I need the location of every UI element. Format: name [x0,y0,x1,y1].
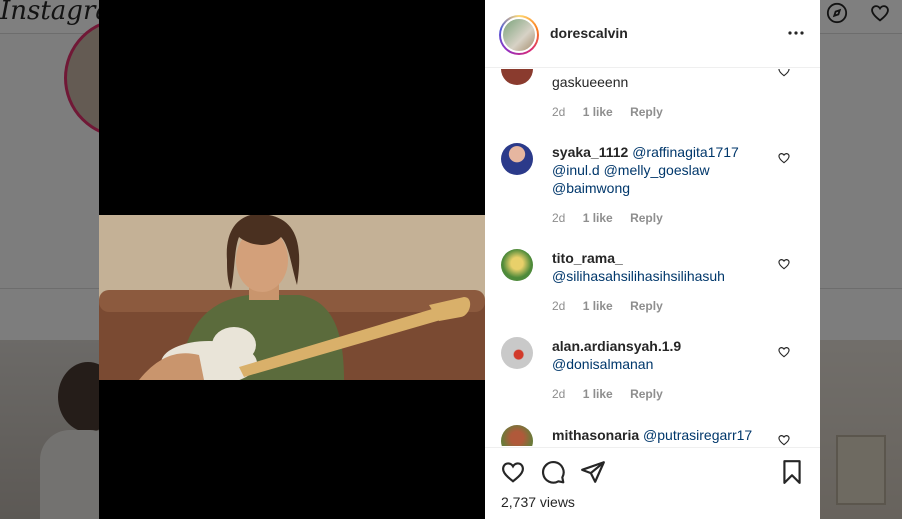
author-username[interactable]: dorescalvin [550,25,628,41]
share-icon[interactable] [580,459,606,485]
comment-time: 2d [552,211,566,225]
comment-time: 2d [552,299,566,313]
mention-link[interactable]: @raffinagita1717 [632,144,739,160]
comment-text: tito_rama_ @silihasahsilihasihsilihasuh [552,249,774,285]
commenter-avatar[interactable] [501,249,533,281]
view-count[interactable]: 2,737 views [501,494,575,510]
comment-username[interactable]: mithasonaria [552,427,639,443]
commenter-avatar[interactable] [501,425,533,446]
commenter-avatar[interactable] [501,337,533,369]
video-player[interactable] [99,0,485,519]
mention-link[interactable]: @inul.d [552,162,600,178]
bookmark-icon[interactable] [779,459,805,485]
more-options-icon[interactable] [787,24,805,42]
comment-text: alan.ardiansyah.1.9 @donisalmanan [552,337,774,373]
mention-link[interactable]: @melly_goeslaw [604,162,710,178]
post-header: dorescalvin [485,0,820,68]
video-frame[interactable] [99,215,485,380]
comments-panel: dorescalvin gaskueeenn 2d 1 like Reply s… [485,0,820,519]
comment-time: 2d [552,387,566,401]
comment-username[interactable]: alan.ardiansyah.1.9 [552,338,681,354]
comment-likes[interactable]: 1 like [583,387,613,401]
mention-link[interactable]: @baimwong [552,180,630,196]
comment-likes[interactable]: 1 like [583,211,613,225]
comment-likes[interactable]: 1 like [583,299,613,313]
heart-icon[interactable] [777,433,791,446]
comment-text: syaka_1112 @raffinagita1717 @inul.d @mel… [552,143,774,197]
video-scene-image [99,215,485,380]
post-actions: 2,737 views [485,447,820,519]
reply-button[interactable]: Reply [630,387,663,401]
reply-button[interactable]: Reply [630,211,663,225]
comment-meta: 2d 1 like Reply [552,299,677,313]
post-modal: dorescalvin gaskueeenn 2d 1 like Reply s… [99,0,820,519]
comment-time: 2d [552,105,566,119]
comment-username[interactable]: tito_rama_ [552,250,623,266]
heart-icon[interactable] [777,345,791,359]
heart-icon[interactable] [500,459,526,485]
commenter-avatar[interactable] [501,143,533,175]
author-avatar[interactable] [499,15,539,55]
heart-icon[interactable] [777,151,791,165]
mention-link[interactable]: @donisalmanan [552,356,653,372]
comment-list[interactable]: gaskueeenn 2d 1 like Reply syaka_1112 @r… [485,69,820,446]
comment-username[interactable]: syaka_1112 [552,144,628,160]
reply-button[interactable]: Reply [630,105,663,119]
comment-text: mithasonaria @putrasiregarr17 [552,426,774,444]
heart-icon[interactable] [777,69,791,78]
comment-likes[interactable]: 1 like [583,105,613,119]
comment-meta: 2d 1 like Reply [552,211,677,225]
comment-text: gaskueeenn [552,74,629,90]
comment-meta: 2d 1 like Reply [552,387,677,401]
heart-icon[interactable] [777,257,791,271]
comment-icon[interactable] [540,459,566,485]
mention-link[interactable]: @silihasahsilihasihsilihasuh [552,268,725,284]
mention-link[interactable]: @putrasiregarr17 [643,427,752,443]
commenter-avatar[interactable] [501,69,533,85]
comment-meta: 2d 1 like Reply [552,105,677,119]
reply-button[interactable]: Reply [630,299,663,313]
